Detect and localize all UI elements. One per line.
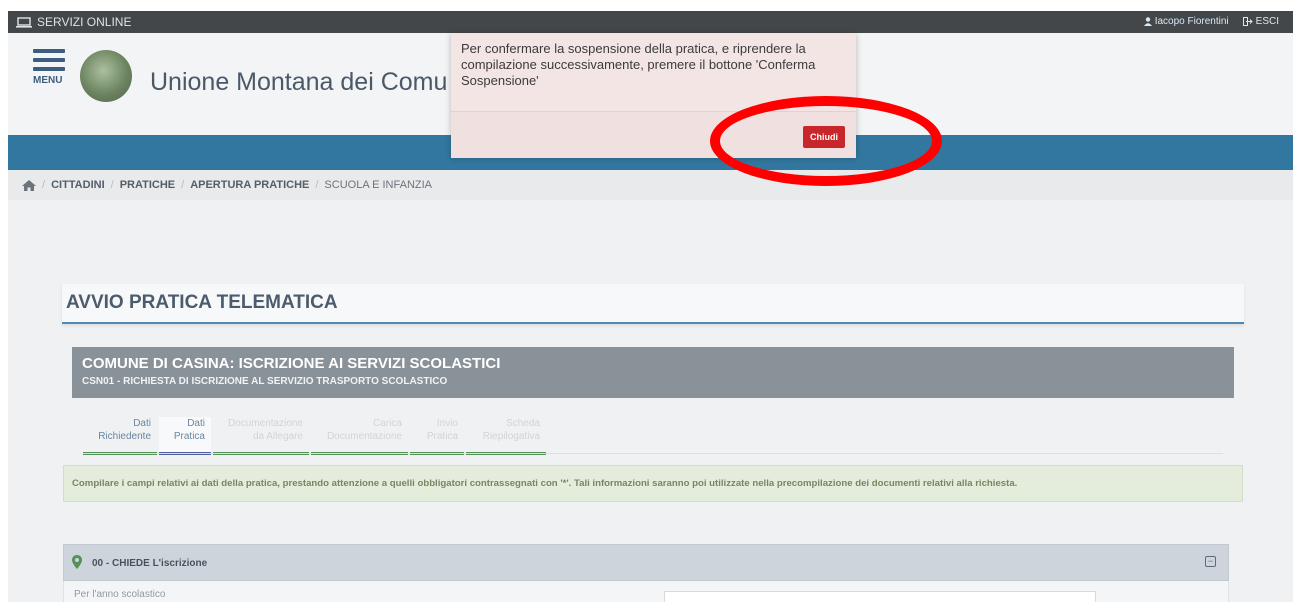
dialog-message: Per confermare la sospensione della prat… xyxy=(461,41,816,88)
highlight-circle-annotation xyxy=(710,96,942,186)
screen: SERVIZI ONLINE Iacopo Fiorentini ESCI ME… xyxy=(0,0,1293,602)
